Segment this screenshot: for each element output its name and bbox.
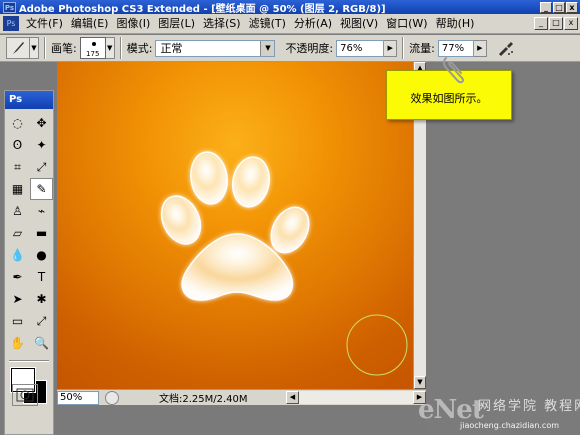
brush-icon[interactable]: ✎ (30, 178, 53, 200)
menu-view[interactable]: 视图(V) (336, 15, 382, 33)
maximize-button[interactable]: □ (553, 1, 565, 13)
flow-label: 流量: (409, 42, 435, 55)
pen-icon[interactable]: ✒ (6, 266, 29, 288)
paperclip-icon (438, 54, 468, 86)
doc-restore-button[interactable]: □ (549, 17, 563, 30)
app-icon: Ps (3, 1, 16, 13)
tool-grid: ◌ ✥ ʘ ✦ ⌗ ⤢ ▦ ✎ ♙ ⌁ ▱ ▬ 💧 ● ✒ T ➤ ✱ ▭ ⤢ ✋ 🔍 (5, 109, 53, 357)
path-selection-icon[interactable]: ➤ (6, 288, 29, 310)
brush-label: 画笔: (51, 42, 77, 55)
history-brush-icon[interactable]: ⌁ (30, 200, 53, 222)
opacity-field[interactable]: 76% (336, 39, 385, 57)
quick-mask-button[interactable] (12, 384, 38, 406)
zoom-icon[interactable]: 🔍 (30, 332, 53, 354)
lasso-icon[interactable]: ʘ (6, 134, 29, 156)
clone-stamp-icon[interactable]: ♙ (6, 200, 29, 222)
eraser-icon[interactable]: ▱ (6, 222, 29, 244)
brush-preview[interactable]: 175 (79, 37, 106, 59)
photoshop-window: Ps Adobe Photoshop CS3 Extended - [壁纸桌面 … (0, 0, 580, 435)
quick-mask-icon (16, 388, 34, 402)
watermark: eNet 网络学院 教程网 jiaocheng.chazidian.com (418, 393, 580, 435)
healing-brush-icon[interactable]: ▦ (6, 178, 29, 200)
airbrush-icon (498, 42, 513, 56)
eyedropper-icon[interactable]: ⤢ (30, 156, 53, 178)
brush-size: 175 (86, 50, 100, 58)
scroll-left-button[interactable]: ◀ (286, 391, 299, 404)
marquee-icon[interactable]: ◌ (6, 112, 29, 134)
menu-help[interactable]: 帮助(H) (432, 15, 479, 33)
crop-icon[interactable]: ⌗ (6, 156, 29, 178)
menu-edit[interactable]: 编辑(E) (67, 15, 113, 33)
menu-file[interactable]: 文件(F) (22, 15, 67, 33)
menu-layer[interactable]: 图层(L) (154, 15, 199, 33)
scroll-track[interactable] (299, 391, 413, 404)
close-button[interactable]: x (566, 1, 578, 13)
note-text: 效果如图所示。 (410, 92, 488, 105)
tool-preset-dropdown[interactable]: ▼ (30, 37, 39, 59)
gradient-icon[interactable]: ▬ (30, 222, 53, 244)
brush-dropdown[interactable]: ▼ (105, 37, 115, 59)
custom-shape-icon[interactable]: ✱ (30, 288, 53, 310)
document-canvas[interactable] (57, 62, 413, 389)
minimize-button[interactable]: _ (540, 1, 552, 13)
menu-bar: Ps 文件(F) 编辑(E) 图像(I) 图层(L) 选择(S) 滤镜(T) 分… (0, 14, 580, 34)
zoom-field[interactable]: 50% (57, 390, 99, 405)
horizontal-scrollbar[interactable]: ◀ ▶ (286, 391, 426, 405)
options-bar: ▼ 画笔: 175 ▼ 模式: 正常 ▼ 不透明度: 76% ▶ 流量: 77%… (0, 35, 580, 62)
paw-print (160, 151, 310, 301)
canvas-artwork (160, 151, 408, 376)
tool-preset-picker[interactable] (6, 37, 30, 59)
paw-toe-upper-right (231, 156, 271, 208)
separator (402, 37, 405, 59)
brush-icon (13, 42, 24, 54)
menu-image[interactable]: 图像(I) (112, 15, 154, 33)
status-bar: 50% 文档:2.25M/2.40M ◀ ▶ (57, 389, 426, 405)
doc-minimize-button[interactable]: _ (534, 17, 548, 30)
separator (44, 37, 46, 59)
hand-icon[interactable]: ✋ (6, 332, 29, 354)
opacity-slider-button[interactable]: ▶ (384, 39, 398, 57)
move-icon[interactable]: ✥ (30, 112, 53, 134)
document-controls: _ □ x (533, 17, 580, 30)
brush-tip (91, 42, 96, 46)
window-title: Adobe Photoshop CS3 Extended - [壁纸桌面 @ 5… (19, 3, 386, 15)
chevron-down-icon: ▼ (260, 40, 275, 56)
watermark-url: jiaocheng.chazidian.com (460, 421, 560, 430)
ps-menu-icon[interactable]: Ps (3, 16, 19, 31)
magic-wand-icon[interactable]: ✦ (30, 134, 53, 156)
menu-analysis[interactable]: 分析(A) (290, 15, 336, 33)
title-bar: Ps Adobe Photoshop CS3 Extended - [壁纸桌面 … (0, 0, 580, 15)
document-info: 文档:2.25M/2.40M (159, 394, 248, 405)
doc-close-button[interactable]: x (564, 17, 578, 30)
dodge-icon[interactable]: ● (30, 244, 53, 266)
menu-window[interactable]: 窗口(W) (382, 15, 431, 33)
status-menu-button[interactable] (105, 390, 119, 405)
separator (119, 37, 122, 59)
toolbox-header: Ps (5, 91, 53, 109)
blur-icon[interactable]: 💧 (6, 244, 29, 266)
paw-toe-upper-left (190, 151, 228, 205)
mode-select[interactable]: 正常 ▼ (155, 39, 276, 57)
brush-cursor (346, 314, 408, 376)
scroll-down-button[interactable]: ▼ (414, 376, 426, 389)
menu-filter[interactable]: 滤镜(T) (245, 15, 290, 33)
opacity-label: 不透明度: (285, 42, 334, 55)
notes-icon[interactable]: ▭ (6, 310, 29, 332)
mode-label: 模式: (126, 42, 153, 55)
separator (9, 360, 49, 362)
watermark-cn: 网络学院 教程网 (478, 399, 580, 414)
flow-slider-button[interactable]: ▶ (473, 39, 487, 57)
eyedropper2-icon[interactable]: ⤢ (30, 310, 53, 332)
menu-select[interactable]: 选择(S) (199, 15, 245, 33)
mode-value: 正常 (160, 42, 183, 55)
airbrush-toggle[interactable] (495, 38, 517, 58)
type-icon[interactable]: T (30, 266, 53, 288)
